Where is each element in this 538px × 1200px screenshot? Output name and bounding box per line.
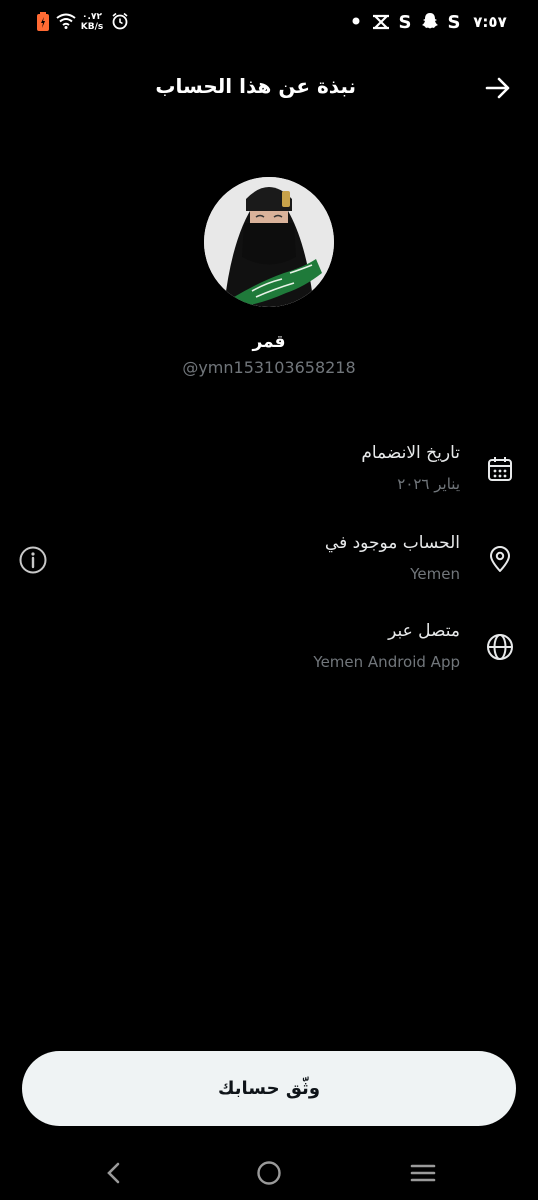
page-title: نبذة عن هذا الحساب xyxy=(155,74,356,98)
info-icon xyxy=(19,546,47,574)
wifi-icon xyxy=(56,12,76,30)
notification-dot-icon xyxy=(352,17,360,25)
location-pin-icon xyxy=(486,545,514,573)
battery-icon xyxy=(36,12,50,32)
top-bar: نبذة عن هذا الحساب xyxy=(0,60,538,116)
arrow-right-icon xyxy=(485,77,510,99)
nav-back-button[interactable] xyxy=(96,1155,132,1191)
connected-via-label: متصل عبر xyxy=(388,621,460,641)
location-label: الحساب موجود في xyxy=(324,533,460,553)
network-speed-value: ٠.٧٢ xyxy=(82,12,102,22)
system-nav-bar xyxy=(0,1145,538,1200)
username-handle: @ymn153103658218 xyxy=(182,358,356,377)
display-name: قمر xyxy=(252,332,286,352)
globe-icon xyxy=(486,633,514,661)
status-bar: ٠.٧٢ KB/s S S ٧:٥٧ xyxy=(0,0,538,44)
calendar-icon xyxy=(486,455,514,483)
connected-via-value: Yemen Android App xyxy=(313,653,460,671)
capcut-icon xyxy=(371,12,391,32)
clock: ٧:٥٧ xyxy=(473,13,507,31)
profile-photo xyxy=(204,177,334,307)
network-speed-unit: KB/s xyxy=(80,22,104,32)
verify-account-button[interactable]: وثّق حسابك xyxy=(22,1051,516,1126)
nav-recents-button[interactable] xyxy=(405,1155,441,1191)
menu-lines-icon xyxy=(410,1164,436,1182)
chevron-left-icon xyxy=(107,1162,120,1184)
shein-icon: S xyxy=(398,11,412,33)
detail-row-connected-via: متصل عبر Yemen Android App xyxy=(0,621,538,691)
join-date-label: تاريخ الانضمام xyxy=(361,443,460,463)
network-speed: ٠.٧٢ KB/s xyxy=(80,10,104,34)
back-button[interactable] xyxy=(482,72,514,104)
avatar[interactable] xyxy=(204,177,334,307)
detail-row-location: الحساب موجود في Yemen xyxy=(0,533,538,603)
shein-icon: S xyxy=(447,11,461,33)
location-value: Yemen xyxy=(410,565,460,583)
info-button[interactable] xyxy=(18,545,48,575)
snapchat-icon xyxy=(420,11,440,31)
home-circle-icon xyxy=(257,1161,281,1185)
alarm-icon xyxy=(111,12,129,30)
nav-home-button[interactable] xyxy=(251,1155,287,1191)
detail-row-join-date: تاريخ الانضمام يناير ٢٠٢٦ xyxy=(0,443,538,513)
join-date-value: يناير ٢٠٢٦ xyxy=(397,475,460,493)
